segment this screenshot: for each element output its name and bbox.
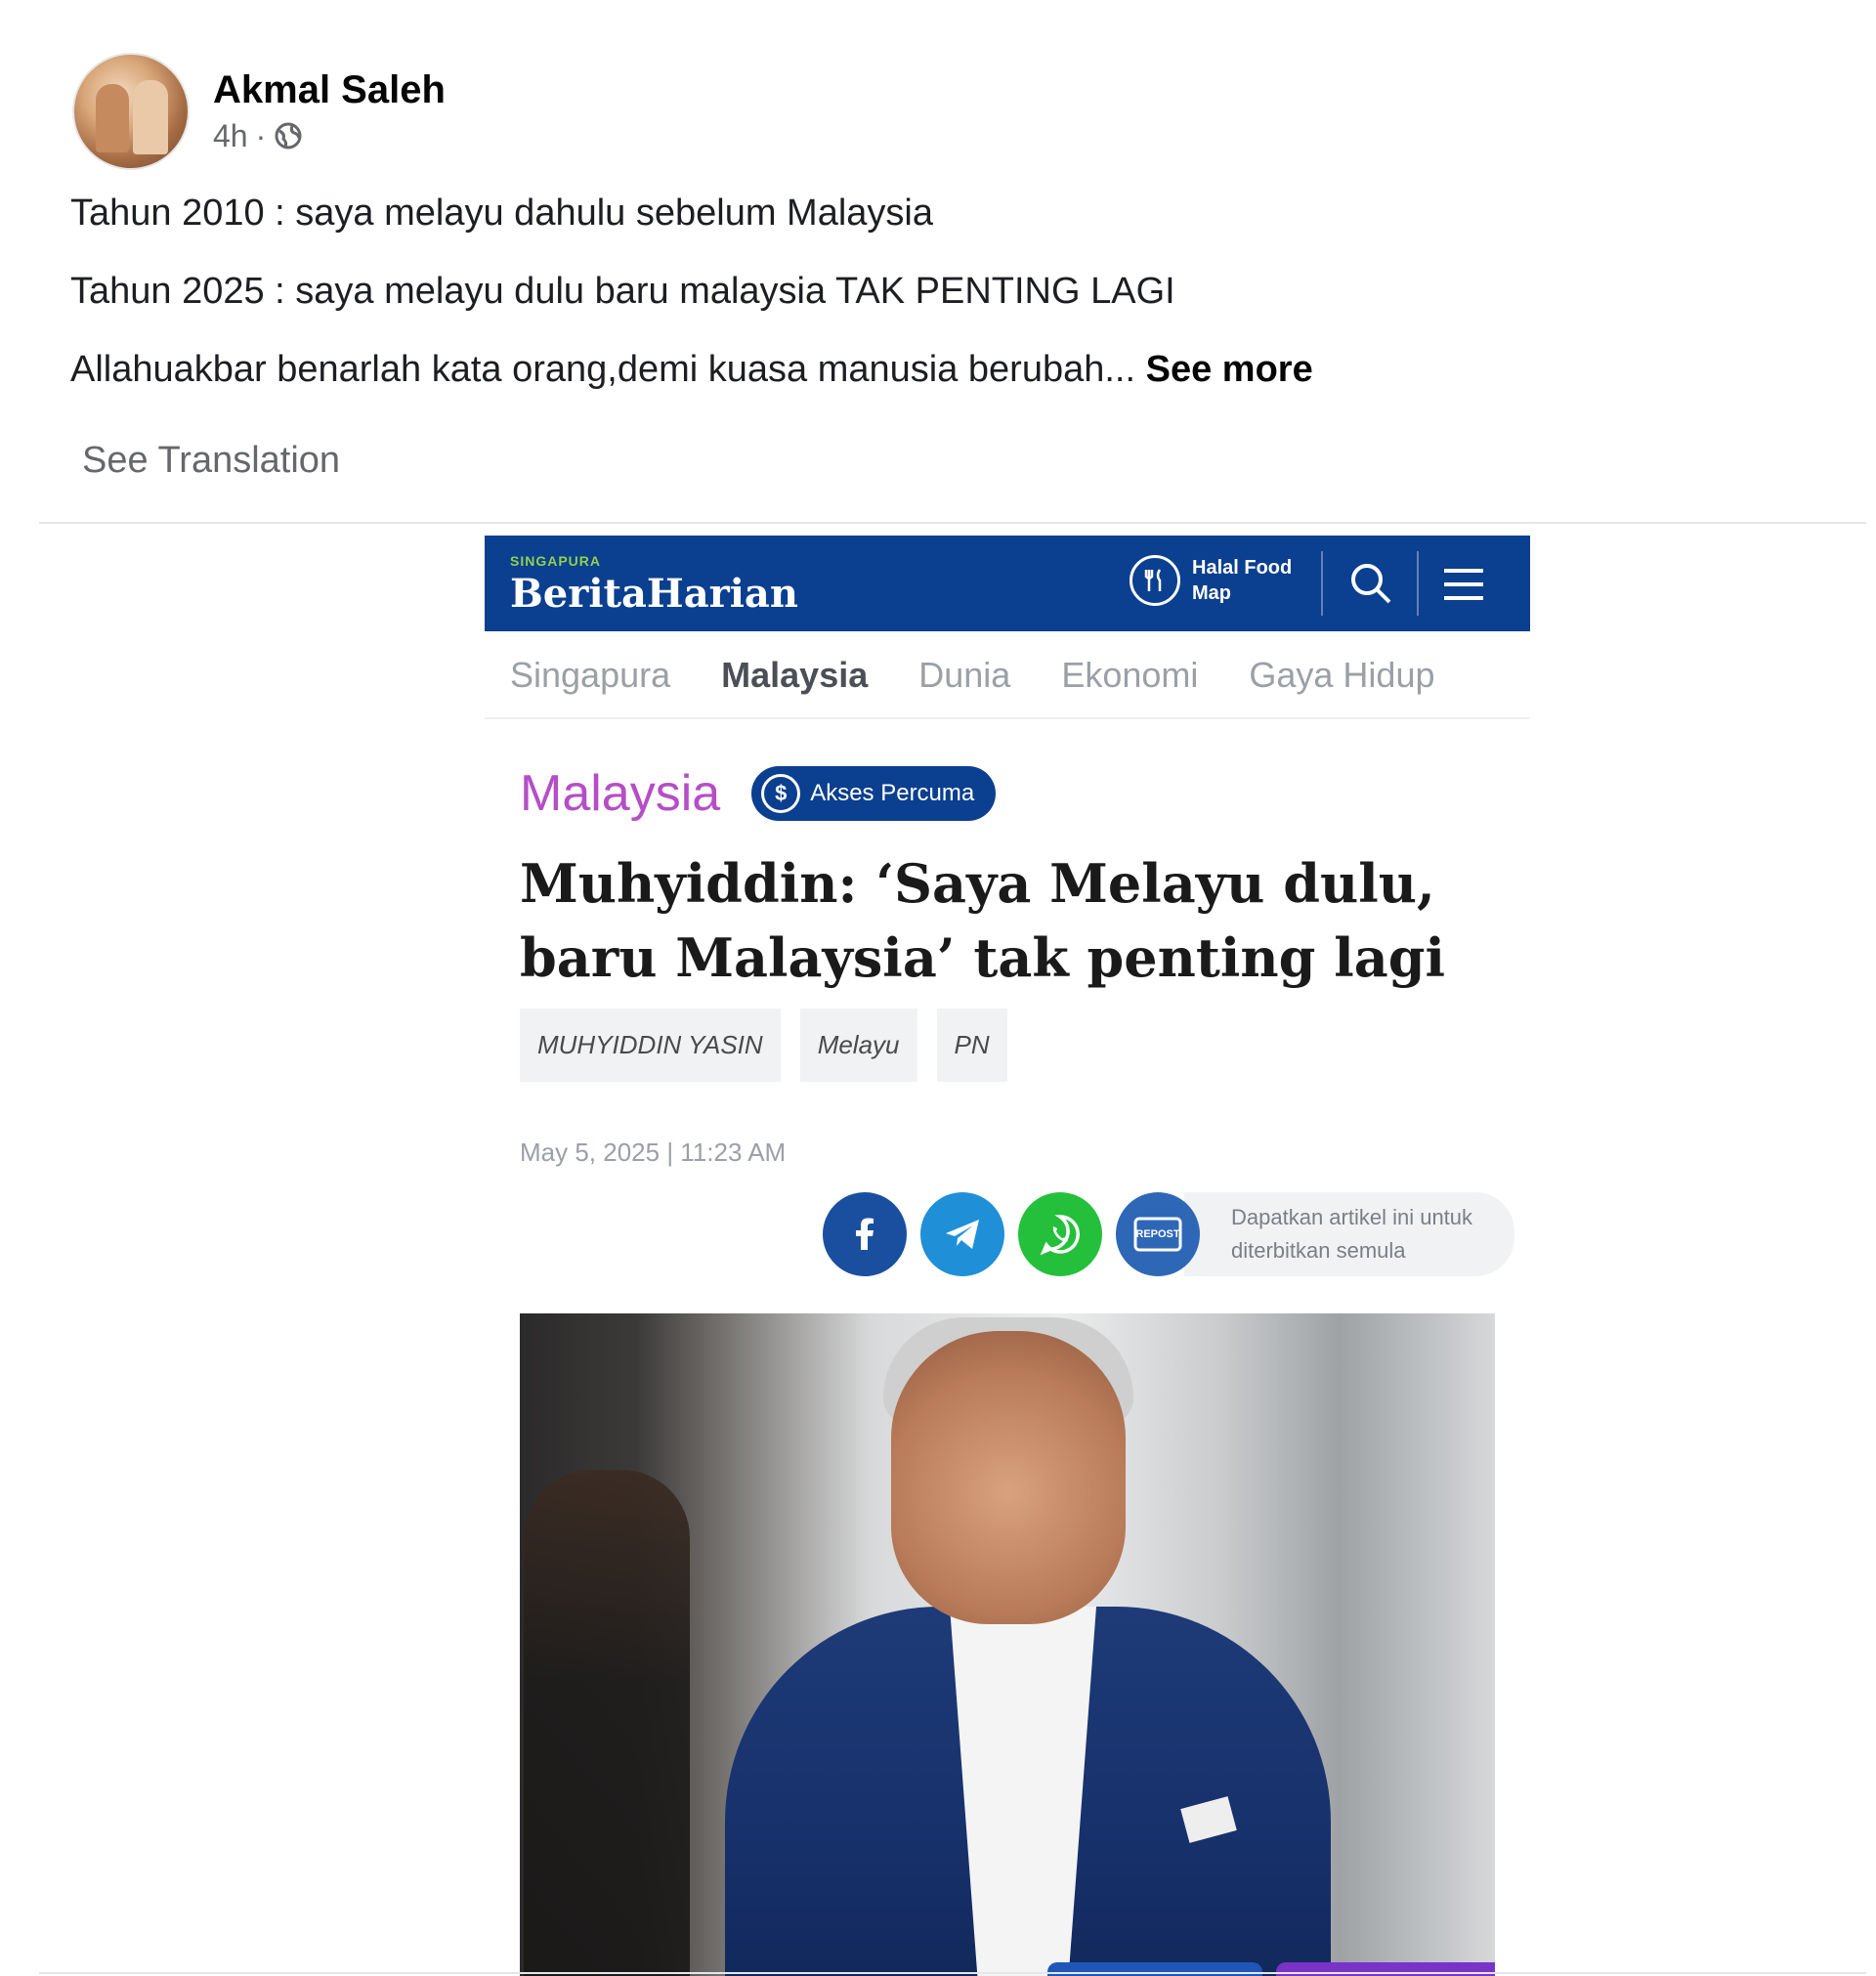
- see-translation-link[interactable]: See Translation: [82, 440, 340, 482]
- tag-muhyiddin-yasin[interactable]: MUHYIDDIN YASIN: [520, 1009, 781, 1082]
- brand-small-text: SINGAPURA: [510, 553, 602, 569]
- search-icon[interactable]: [1348, 561, 1393, 606]
- whatsapp-share-button[interactable]: [1018, 1192, 1102, 1276]
- see-more-link[interactable]: See more: [1146, 349, 1313, 390]
- tag-list: MUHYIDDIN YASIN Melayu PN: [520, 1009, 1007, 1082]
- header-separator: [1321, 551, 1323, 616]
- article-image[interactable]: SINGAPURA BeritaHarian Halal Food Map Si…: [485, 536, 1530, 1976]
- nav-item-dunia[interactable]: Dunia: [918, 655, 1010, 717]
- free-access-badge: $ Akses Percuma: [751, 766, 997, 821]
- section-row: Malaysia $ Akses Percuma: [520, 764, 997, 823]
- whatsapp-icon: [1040, 1215, 1080, 1256]
- site-logo[interactable]: BeritaHarian: [510, 571, 798, 617]
- republish-text: Dapatkan artikel ini untuk diterbitkan s…: [1231, 1205, 1473, 1263]
- republish-box[interactable]: Dapatkan artikel ini untuk diterbitkan s…: [1184, 1192, 1514, 1276]
- post-header: Akmal Saleh 4h ·: [72, 53, 446, 170]
- post-line: Tahun 2025 : saya melayu dulu baru malay…: [70, 271, 1175, 312]
- header-separator: [1417, 551, 1419, 616]
- article-photo: [520, 1313, 1495, 1976]
- fork-spoon-icon: [1130, 555, 1180, 606]
- tag-melayu[interactable]: Melayu: [799, 1009, 917, 1082]
- facebook-icon: [856, 1218, 874, 1250]
- halal-food-map-link[interactable]: Halal Food Map: [1130, 555, 1309, 606]
- photo-head: [891, 1331, 1126, 1624]
- post-text: Tahun 2010 : saya melayu dahulu sebelum …: [70, 192, 1790, 426]
- section-nav: Singapura Malaysia Dunia Ekonomi Gaya Hi…: [485, 655, 1530, 719]
- author-name[interactable]: Akmal Saleh: [213, 65, 446, 114]
- nav-item-gaya-hidup[interactable]: Gaya Hidup: [1249, 655, 1434, 717]
- halal-label: Halal Food Map: [1192, 557, 1293, 604]
- author-avatar[interactable]: [72, 53, 190, 170]
- globe-icon[interactable]: [274, 121, 303, 150]
- section-label[interactable]: Malaysia: [520, 764, 720, 823]
- article-date: May 5, 2025 | 11:23 AM: [520, 1138, 787, 1167]
- post-meta: 4h ·: [213, 114, 446, 157]
- telegram-icon: [946, 1220, 979, 1249]
- site-header-bar: SINGAPURA BeritaHarian Halal Food Map: [485, 536, 1530, 631]
- badge-label: Akses Percuma: [810, 780, 975, 806]
- meta-separator: ·: [255, 118, 267, 153]
- republish-button[interactable]: REPOST: [1116, 1192, 1200, 1276]
- article-headline: Muhyiddin: ‘Saya Melayu dulu, baru Malay…: [520, 852, 1445, 989]
- tag-pn[interactable]: PN: [936, 1009, 1007, 1082]
- share-row: REPOST Dapatkan artikel ini untuk diterb…: [823, 1192, 1514, 1276]
- fork-spoon-svg: [1144, 569, 1162, 591]
- dollar-icon: $: [761, 774, 801, 813]
- nav-item-malaysia[interactable]: Malaysia: [721, 655, 868, 717]
- post-time[interactable]: 4h: [213, 114, 248, 157]
- post-line: Allahuakbar benarlah kata orang,demi kua…: [70, 349, 1136, 390]
- telegram-share-button[interactable]: [920, 1192, 1004, 1276]
- post-line: Tahun 2010 : saya melayu dahulu sebelum …: [70, 193, 933, 234]
- post-line-last: Allahuakbar benarlah kata orang,demi kua…: [70, 348, 1790, 391]
- nav-item-ekonomi[interactable]: Ekonomi: [1061, 655, 1198, 717]
- facebook-share-button[interactable]: [823, 1192, 907, 1276]
- photo-bg-figure: [524, 1470, 690, 1976]
- bottom-divider: [39, 1972, 1866, 1974]
- post-divider: [39, 522, 1866, 524]
- author-block: Akmal Saleh 4h ·: [213, 65, 446, 157]
- republish-icon-label: REPOST: [1135, 1228, 1180, 1240]
- nav-item-singapura[interactable]: Singapura: [510, 655, 670, 717]
- hamburger-menu-icon[interactable]: [1442, 565, 1485, 604]
